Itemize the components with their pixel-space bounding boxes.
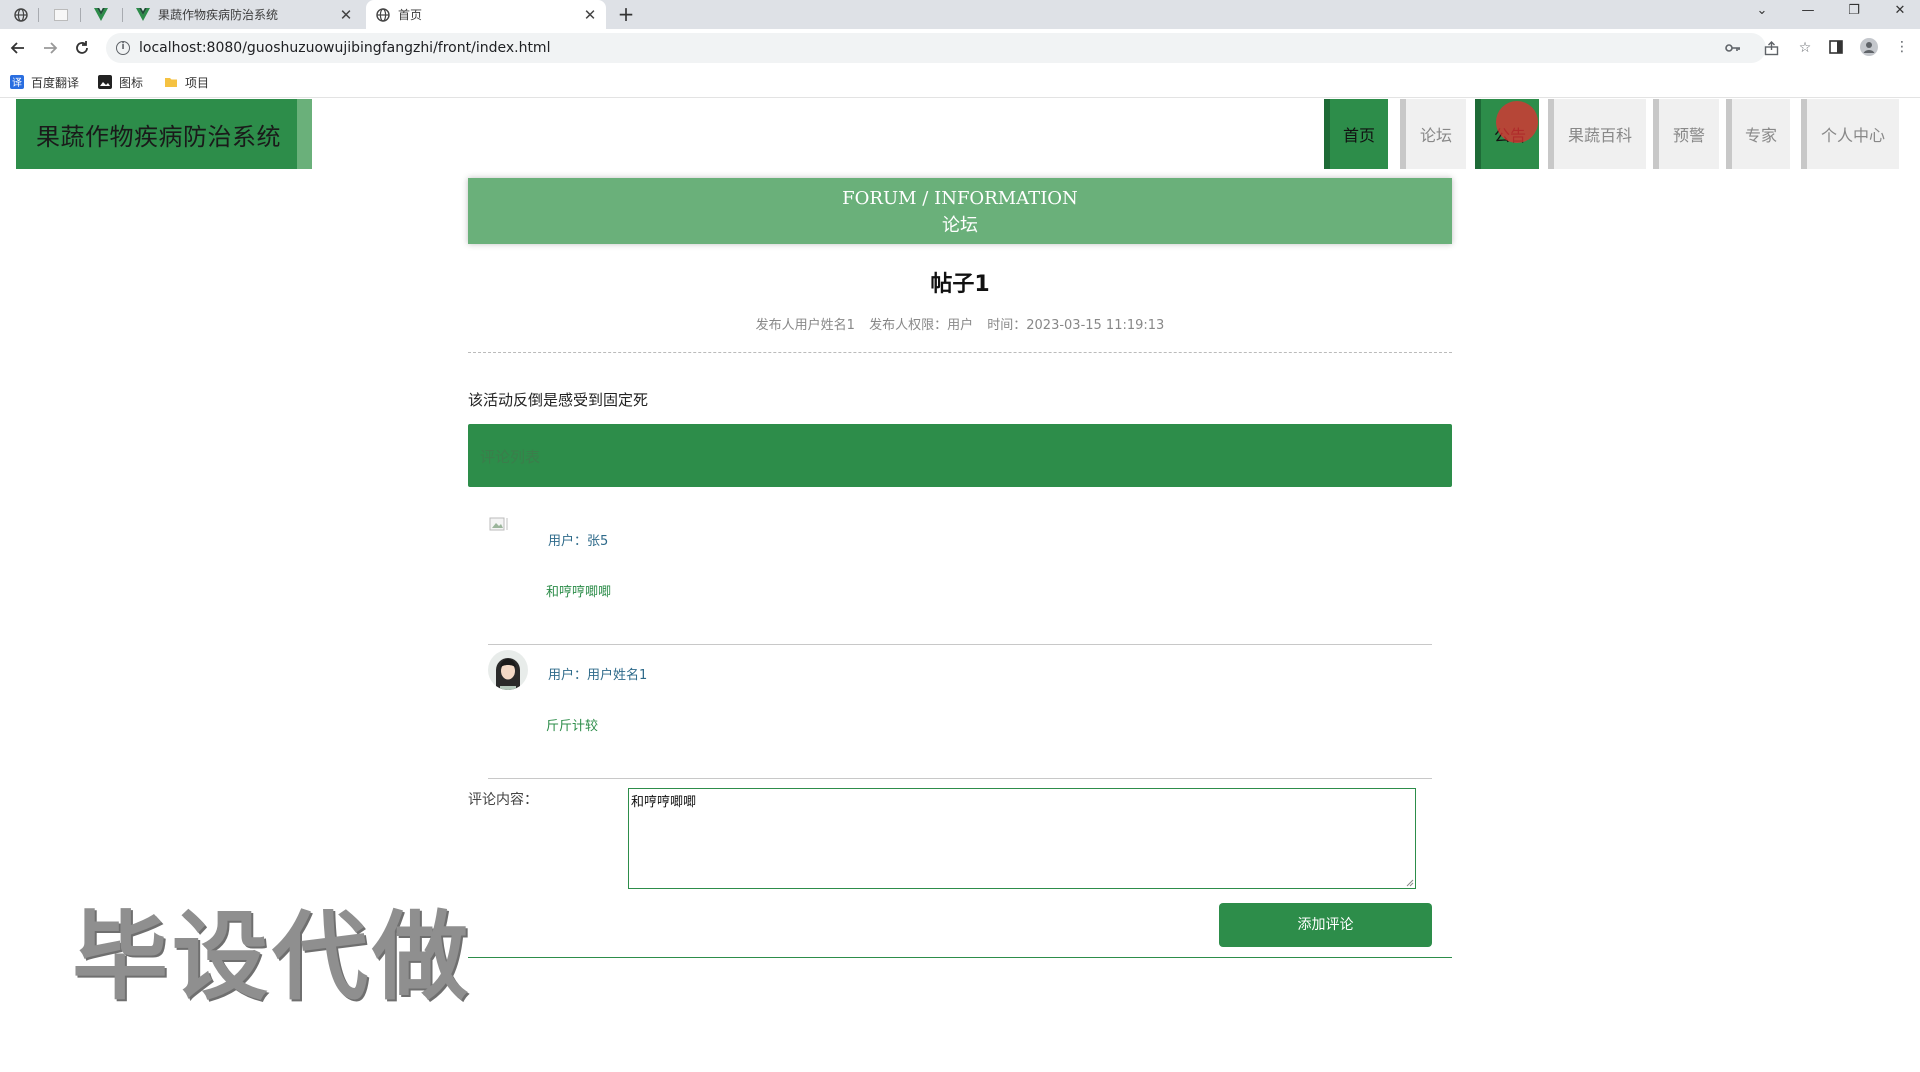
- tab-separator: [38, 8, 39, 22]
- divider: [468, 352, 1452, 353]
- avatar: [488, 516, 528, 556]
- comment-user: 用户：用户姓名1: [548, 668, 648, 683]
- nav-home[interactable]: 首页: [1324, 99, 1388, 169]
- arrow-left-icon: [10, 42, 24, 54]
- tab-home[interactable]: 首页 ✕: [366, 0, 606, 29]
- tab-system[interactable]: 果蔬作物疾病防治系统 ✕: [126, 0, 362, 29]
- comment-item: 用户：用户姓名1 斤斤计较: [488, 644, 1432, 779]
- pinned-tab-3[interactable]: [84, 0, 118, 29]
- resize-handle-icon[interactable]: [1406, 879, 1414, 887]
- post-author: 发布人用户姓名1: [755, 318, 855, 333]
- comment-text: 斤斤计较: [546, 719, 599, 734]
- close-window-button[interactable]: ✕: [1880, 0, 1920, 22]
- post-meta: 发布人用户姓名1 发布人权限：用户 时间：2023-03-15 11:19:13: [468, 314, 1452, 333]
- vue-logo-icon: [136, 8, 150, 22]
- new-tab-button[interactable]: +: [614, 3, 638, 25]
- url-text: localhost:8080/guoshuzuowujibingfangzhi/…: [139, 40, 551, 56]
- nav-label: 果蔬百科: [1567, 126, 1632, 145]
- minimize-button[interactable]: —: [1788, 0, 1828, 22]
- bookmarks-bar: 译 百度翻译 图标 项目: [0, 66, 1920, 98]
- tab-separator: [80, 8, 81, 22]
- watermark: 毕设代做: [72, 901, 472, 1013]
- user-avatar-image: [488, 650, 528, 690]
- nav-label: 公告: [1493, 126, 1526, 145]
- site-logo-text: 果蔬作物疾病防治系统: [36, 122, 281, 151]
- browser-tab-strip: 果蔬作物疾病防治系统 ✕ 首页 ✕ + ⌄ — ❐ ✕: [0, 0, 1920, 29]
- comment-content-label: 评论内容：: [468, 792, 538, 808]
- comment-textarea[interactable]: 和哼哼唧唧: [628, 788, 1416, 889]
- browser-toolbar: i localhost:8080/guoshuzuowujibingfangzh…: [0, 29, 1920, 66]
- star-icon[interactable]: ☆: [1796, 39, 1814, 57]
- nav-label: 论坛: [1419, 126, 1452, 145]
- key-icon[interactable]: [1724, 39, 1742, 57]
- close-tab-icon[interactable]: ✕: [582, 7, 598, 23]
- folder-icon: [164, 75, 178, 89]
- nav-label: 预警: [1672, 126, 1705, 145]
- comment-list-title: 评论列表: [480, 448, 541, 466]
- nav-warning[interactable]: 预警: [1653, 99, 1719, 169]
- nav-announcement[interactable]: 公告: [1475, 99, 1539, 169]
- nav-expert[interactable]: 专家: [1726, 99, 1790, 169]
- nav-encyclopedia[interactable]: 果蔬百科: [1548, 99, 1646, 169]
- globe-icon: [14, 7, 28, 22]
- reload-icon: [76, 41, 88, 54]
- pinned-tab-1[interactable]: [4, 0, 38, 29]
- tab-search-icon[interactable]: ⌄: [1742, 0, 1782, 22]
- share-icon[interactable]: [1762, 39, 1780, 57]
- nav-label: 首页: [1342, 126, 1375, 145]
- arrow-right-icon: [44, 42, 58, 54]
- nav-forum[interactable]: 论坛: [1400, 99, 1466, 169]
- web-page: 果蔬作物疾病防治系统 首页 论坛 公告 果蔬百科 预警 专家 个人中心 FORU…: [0, 98, 1920, 1072]
- banner-english-title: FORUM / INFORMATION: [842, 188, 1078, 209]
- tab-title: 首页: [398, 8, 423, 22]
- comment-list-header: 评论列表: [468, 424, 1452, 487]
- post-title: 帖子1: [930, 272, 990, 297]
- bookmark-label: 项目: [185, 75, 210, 90]
- bookmark-label: 百度翻译: [31, 75, 80, 90]
- blank-page-icon: [54, 8, 68, 22]
- comment-item: 用户：张5 和哼哼唧唧: [488, 510, 1432, 645]
- comment-text: 和哼哼唧唧: [546, 585, 612, 600]
- tab-title: 果蔬作物疾病防治系统: [158, 8, 279, 22]
- globe-icon: [376, 7, 390, 22]
- broken-image-icon: [489, 517, 508, 531]
- close-tab-icon[interactable]: ✕: [338, 7, 354, 23]
- tab-separator: [122, 8, 123, 22]
- site-info-icon[interactable]: i: [116, 41, 130, 55]
- forward-button[interactable]: [39, 37, 61, 59]
- divider: [468, 957, 1452, 958]
- reload-button[interactable]: [71, 37, 93, 59]
- avatar: [488, 650, 528, 690]
- comment-textarea-value: 和哼哼唧唧: [631, 795, 697, 810]
- add-comment-button[interactable]: 添加评论: [1219, 903, 1432, 947]
- pinned-tab-2[interactable]: [44, 0, 78, 29]
- address-bar[interactable]: i localhost:8080/guoshuzuowujibingfangzh…: [106, 33, 1811, 63]
- bookmark-baidu-translate[interactable]: 译 百度翻译: [10, 73, 79, 91]
- post-time: 时间：2023-03-15 11:19:13: [987, 318, 1165, 333]
- menu-dots-icon[interactable]: ⋮: [1893, 38, 1911, 56]
- translate-icon: 译: [10, 75, 24, 89]
- post-content: 该活动反倒是感受到固定死: [468, 391, 649, 409]
- restore-button[interactable]: ❐: [1834, 0, 1874, 22]
- post-role: 发布人权限：用户: [869, 318, 974, 333]
- nav-label: 个人中心: [1820, 126, 1885, 145]
- section-banner: FORUM / INFORMATION 论坛: [468, 178, 1452, 244]
- side-panel-icon[interactable]: [1827, 38, 1845, 56]
- bookmark-label: 图标: [119, 75, 144, 90]
- banner-chinese-title: 论坛: [942, 215, 978, 236]
- vue-logo-icon: [94, 8, 108, 22]
- image-icon: [98, 75, 112, 89]
- back-button[interactable]: [7, 37, 29, 59]
- svg-text:译: 译: [12, 77, 22, 89]
- comment-user: 用户：张5: [548, 534, 609, 549]
- nav-label: 专家: [1744, 126, 1777, 145]
- profile-icon[interactable]: [1860, 38, 1878, 56]
- site-logo[interactable]: 果蔬作物疾病防治系统: [16, 99, 312, 169]
- bookmark-project[interactable]: 项目: [164, 73, 209, 91]
- bookmark-icons[interactable]: 图标: [98, 73, 143, 91]
- nav-personal-center[interactable]: 个人中心: [1801, 99, 1899, 169]
